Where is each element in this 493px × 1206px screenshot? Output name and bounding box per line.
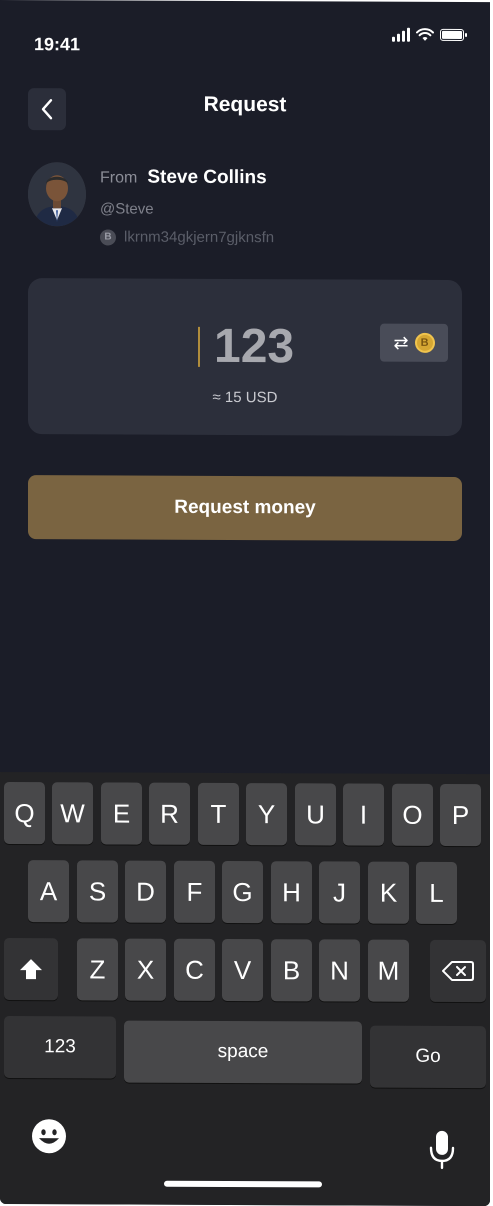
wifi-icon xyxy=(416,28,434,41)
microphone-icon[interactable] xyxy=(428,1130,456,1170)
text-cursor xyxy=(198,326,200,367)
phone-screen: 19:41 Request From Steve Collins @Steve … xyxy=(0,0,490,1206)
key[interactable]: M xyxy=(368,939,409,1002)
backspace-key[interactable] xyxy=(430,939,486,1003)
key[interactable]: Y xyxy=(246,783,287,846)
coin-icon: B xyxy=(414,332,435,353)
key[interactable]: I xyxy=(343,783,384,846)
numbers-key[interactable]: 123 xyxy=(4,1016,116,1079)
key[interactable]: N xyxy=(319,939,360,1002)
page-title: Request xyxy=(203,92,287,117)
swap-icon: ⇄ xyxy=(393,332,409,353)
signal-icon xyxy=(392,27,410,42)
sender-row: From Steve Collins xyxy=(100,166,267,189)
key[interactable]: B xyxy=(271,939,312,1002)
shift-icon xyxy=(20,959,42,980)
sender-name: Steve Collins xyxy=(147,166,267,189)
wallet-address: lkrnm34gkjern7gjknsfn xyxy=(124,228,275,247)
go-key[interactable]: Go xyxy=(370,1025,486,1089)
key[interactable]: U xyxy=(295,783,336,846)
key[interactable]: D xyxy=(125,860,166,923)
key[interactable]: X xyxy=(125,938,166,1001)
home-indicator[interactable] xyxy=(164,1180,322,1188)
backspace-icon xyxy=(442,960,474,982)
wallet-address-row: B lkrnm34gkjern7gjknsfn xyxy=(100,228,274,246)
key[interactable]: J xyxy=(319,861,360,924)
key[interactable]: A xyxy=(28,860,69,923)
key[interactable]: C xyxy=(174,938,215,1001)
key[interactable]: P xyxy=(440,783,481,847)
key[interactable]: H xyxy=(271,861,312,924)
amount-input[interactable]: 123 xyxy=(214,319,294,374)
key[interactable]: L xyxy=(416,861,457,924)
status-icons xyxy=(392,27,464,42)
currency-swap-button[interactable]: ⇄ B xyxy=(380,323,448,362)
usd-equivalent: ≈ 15 USD xyxy=(212,388,278,407)
from-label: From xyxy=(100,169,138,187)
key[interactable]: W xyxy=(52,782,93,845)
avatar xyxy=(28,162,86,227)
amount-card[interactable]: 123 ≈ 15 USD ⇄ B xyxy=(28,278,462,437)
battery-icon xyxy=(440,28,464,42)
emoji-icon[interactable] xyxy=(31,1118,67,1154)
sender-handle: @Steve xyxy=(100,200,154,218)
key[interactable]: G xyxy=(222,860,263,924)
keyboard: Q W E R T Y U I O P A S D F G H J K L Z … xyxy=(0,772,490,1206)
shift-key[interactable] xyxy=(4,938,58,1001)
space-key[interactable]: space xyxy=(124,1020,362,1084)
key[interactable]: S xyxy=(77,860,118,923)
key[interactable]: Q xyxy=(4,782,45,845)
key[interactable]: V xyxy=(222,938,263,1002)
coin-icon: B xyxy=(100,228,116,246)
key[interactable]: T xyxy=(198,782,239,846)
request-money-button[interactable]: Request money xyxy=(28,475,462,542)
key[interactable]: F xyxy=(174,860,215,923)
key[interactable]: E xyxy=(101,782,142,845)
key[interactable]: K xyxy=(368,861,409,924)
status-time: 19:41 xyxy=(34,34,81,55)
key[interactable]: R xyxy=(149,782,190,845)
key[interactable]: O xyxy=(392,783,433,846)
key[interactable]: Z xyxy=(77,938,118,1001)
